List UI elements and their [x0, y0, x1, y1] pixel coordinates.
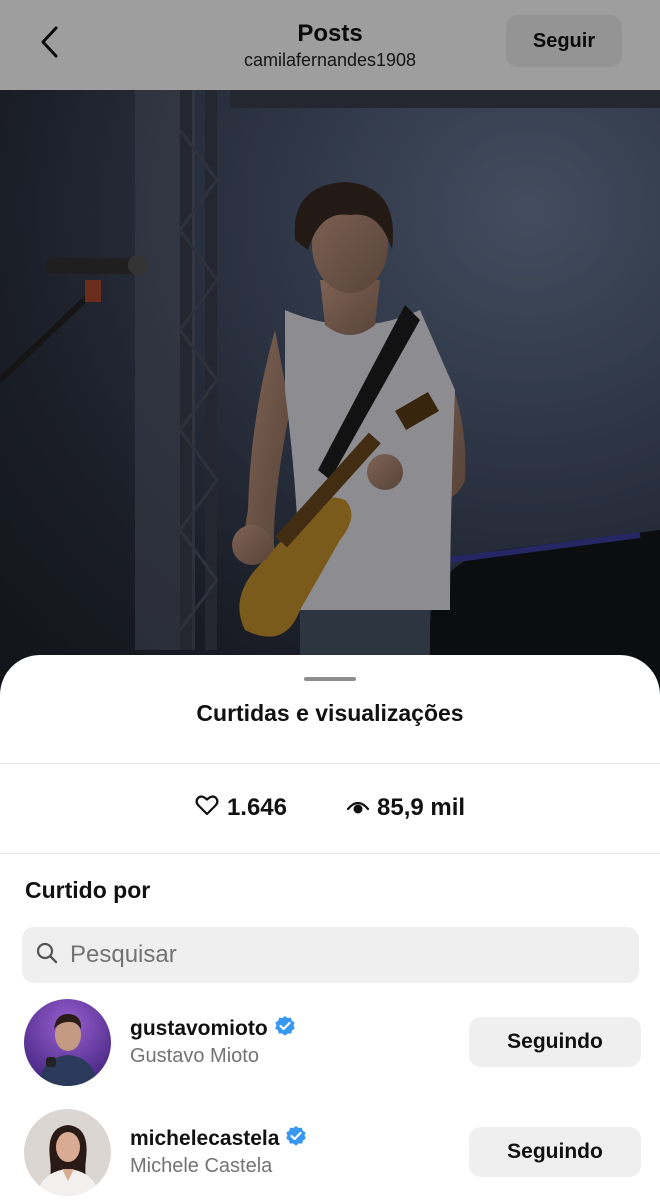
follow-button[interactable]: Seguir: [506, 15, 622, 67]
avatar[interactable]: [24, 999, 111, 1086]
following-button[interactable]: Seguindo: [469, 1017, 641, 1067]
drag-handle[interactable]: [304, 677, 356, 681]
username-text: gustavomioto: [130, 1017, 268, 1040]
concert-photo-illustration: [0, 90, 660, 690]
sheet-title: Curtidas e visualizações: [196, 700, 464, 726]
likes-stat: 1.646: [195, 794, 287, 823]
list-item[interactable]: gustavomioto Gustavo Mioto Seguindo: [0, 999, 660, 1089]
stats-row: 1.646 85,9 mil: [0, 793, 660, 823]
username[interactable]: michelecastela: [130, 1125, 307, 1153]
eye-icon: [346, 794, 370, 822]
avatar[interactable]: [24, 1109, 111, 1196]
full-name: Gustavo Mioto: [130, 1045, 259, 1067]
divider: [0, 853, 660, 854]
post-photo[interactable]: [0, 90, 660, 690]
divider: [0, 763, 660, 764]
views-count: 85,9 mil: [377, 794, 466, 821]
back-icon[interactable]: [36, 22, 66, 62]
following-button[interactable]: Seguindo: [469, 1127, 641, 1177]
top-bar: Posts camilafernandes1908 Seguir: [0, 0, 660, 90]
screen: Posts camilafernandes1908 Seguir Curtida…: [0, 0, 660, 1200]
header-center: Posts camilafernandes1908: [244, 20, 416, 71]
username-text: michelecastela: [130, 1127, 280, 1150]
search-input[interactable]: [70, 941, 610, 969]
post-author-username[interactable]: camilafernandes1908: [244, 50, 416, 71]
page-title: Posts: [297, 19, 363, 47]
full-name: Michele Castela: [130, 1155, 273, 1177]
username[interactable]: gustavomioto: [130, 1015, 296, 1043]
list-item[interactable]: michelecastela Michele Castela Seguindo: [0, 1109, 660, 1199]
liked-by-title: Curtido por: [25, 877, 151, 903]
views-stat: 85,9 mil: [346, 794, 466, 822]
heart-icon: [195, 794, 219, 823]
search-icon: [36, 942, 58, 969]
verified-badge-icon: [285, 1125, 307, 1153]
likes-count: 1.646: [226, 794, 287, 821]
verified-badge-icon: [274, 1015, 296, 1043]
likes-bottom-sheet: Curtidas e visualizações 1.646 85,9 mil …: [0, 655, 660, 1200]
search-box[interactable]: [22, 927, 639, 983]
